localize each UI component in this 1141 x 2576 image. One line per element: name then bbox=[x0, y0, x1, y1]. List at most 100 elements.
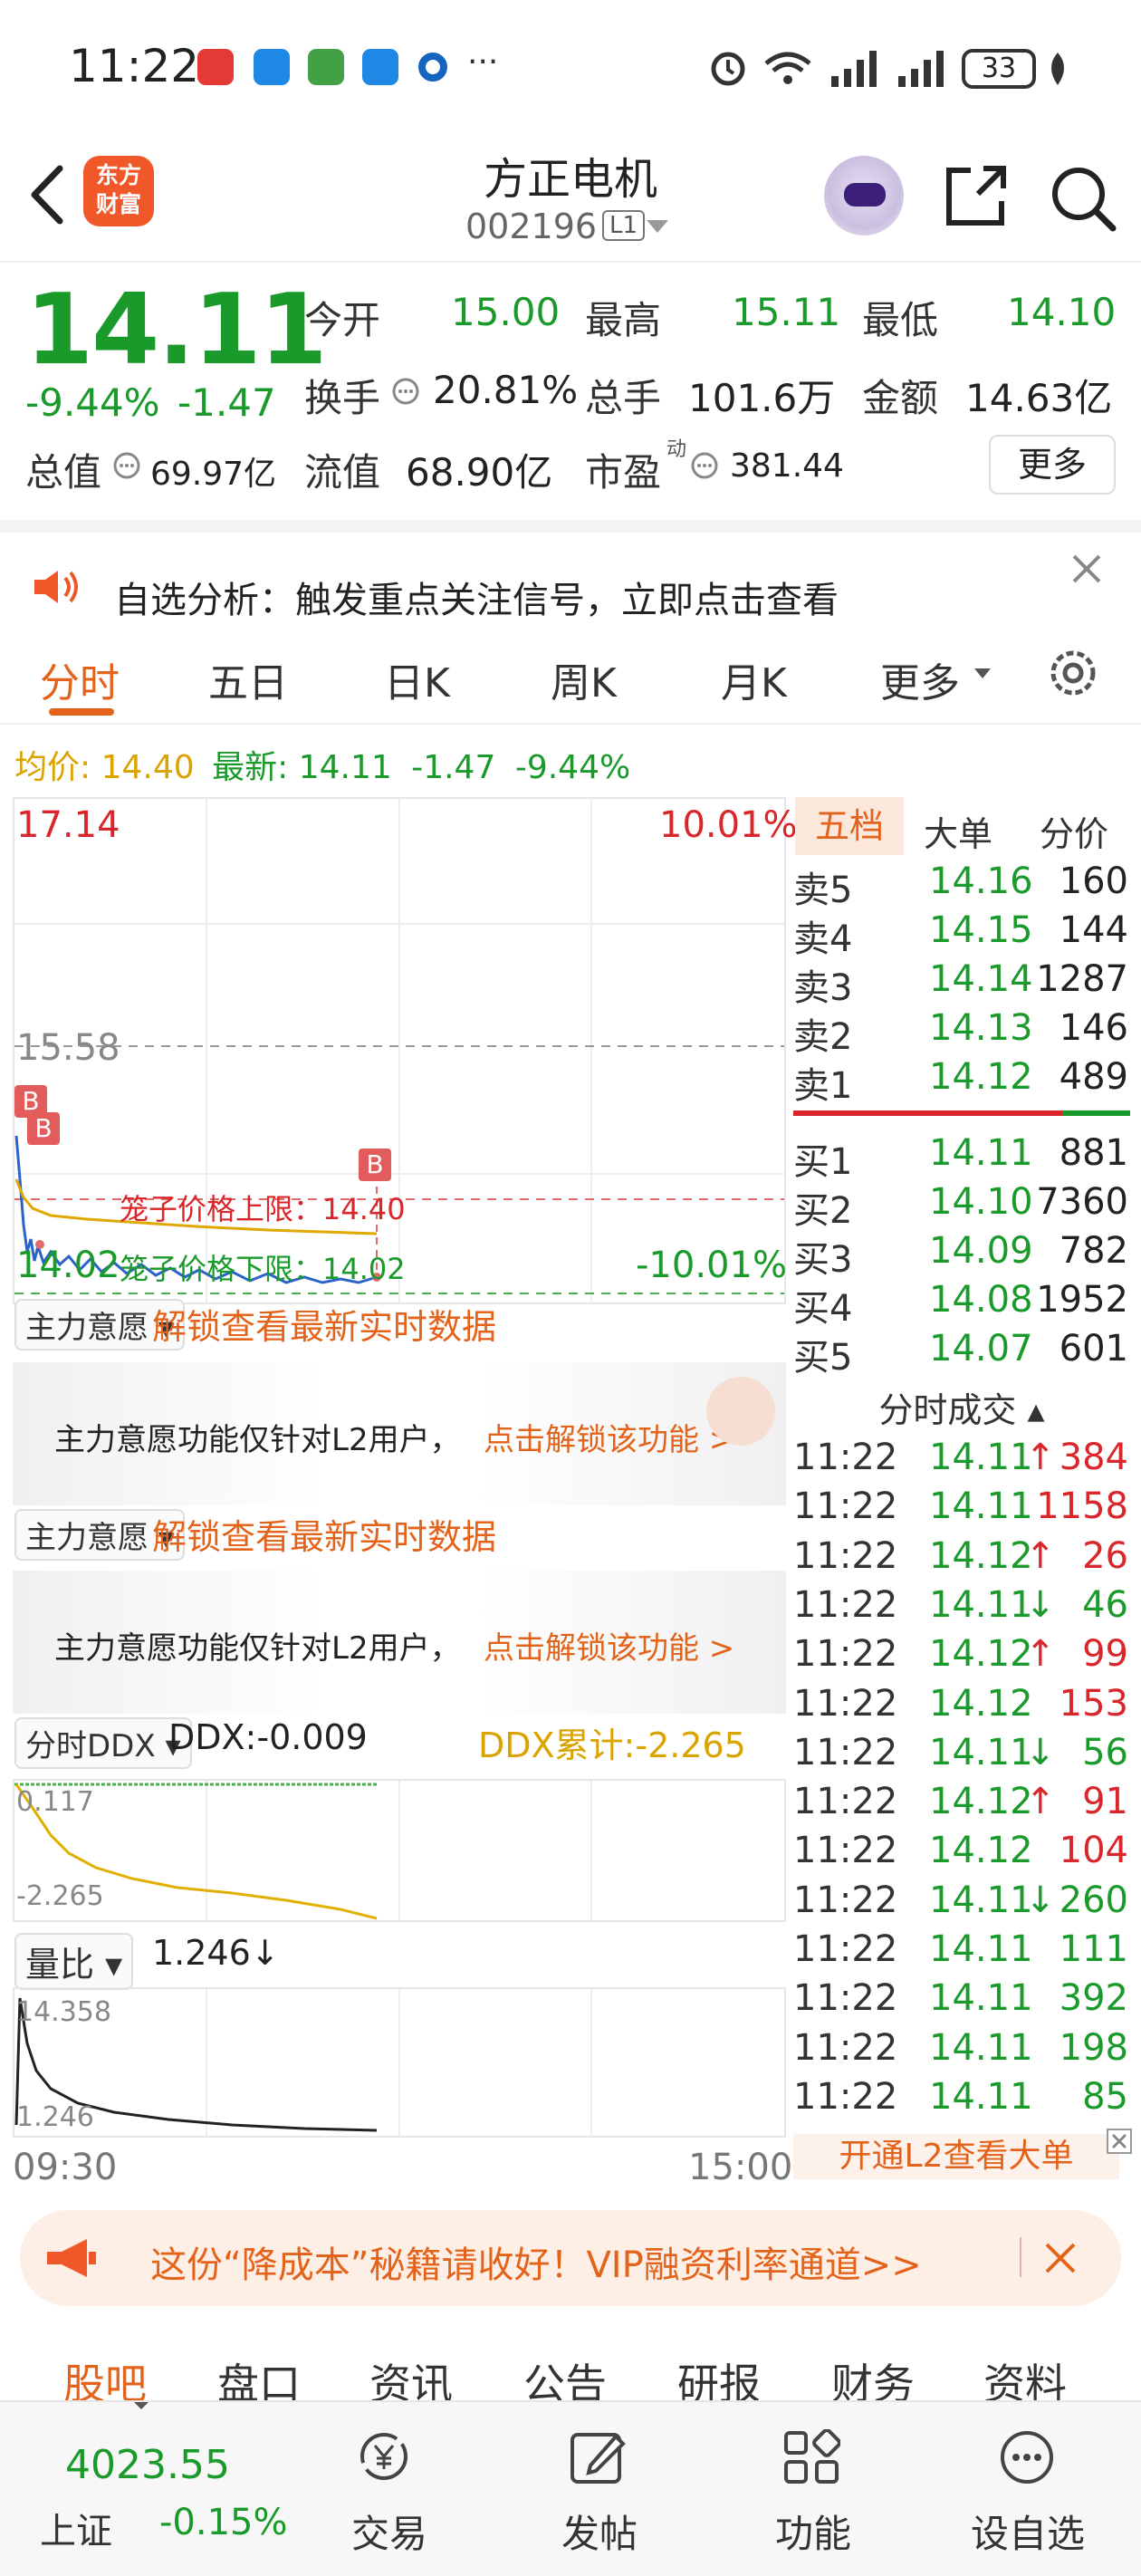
tab-price-dist[interactable]: 分价 bbox=[1040, 806, 1108, 856]
tick-direction-icon: ↑ bbox=[1025, 1633, 1056, 1676]
close-icon[interactable] bbox=[1107, 2129, 1132, 2154]
tick-price: 14.12 bbox=[929, 1781, 1033, 1823]
buy-marker[interactable]: B bbox=[27, 1112, 60, 1145]
promo-banner[interactable]: 这份“降成本”秘籍请收好！VIP融资利率通道>> bbox=[20, 2210, 1121, 2306]
nav-trade[interactable]: 交易 bbox=[351, 2504, 427, 2559]
level-badge[interactable]: L1 bbox=[602, 210, 646, 241]
close-icon[interactable] bbox=[1041, 2239, 1079, 2277]
sell-order-row[interactable]: 卖2 14.13 146 bbox=[793, 1007, 1130, 1058]
tick-direction-icon: ↑ bbox=[1025, 1534, 1056, 1577]
buy-order-row[interactable]: 买5 14.07 601 bbox=[793, 1328, 1130, 1379]
unlock-link-2[interactable]: 解锁查看最新实时数据 bbox=[152, 1509, 496, 1559]
tab-five-level[interactable]: 五档 bbox=[795, 797, 904, 855]
turnover-label: 换手 bbox=[304, 376, 381, 420]
info-icon[interactable] bbox=[112, 451, 141, 480]
tick-price: 14.11 bbox=[929, 2026, 1033, 2069]
unlock-feature-link[interactable]: 点击解锁该功能 > bbox=[484, 1623, 734, 1668]
expand-icon[interactable] bbox=[706, 1377, 775, 1446]
pct-axis-top: 10.01% bbox=[659, 804, 798, 846]
tick-volume: 56 bbox=[1082, 1731, 1128, 1773]
search-icon[interactable] bbox=[1046, 161, 1118, 234]
tick-price: 14.11 bbox=[929, 1583, 1033, 1626]
volume-ratio-select[interactable]: 量比 ▾ bbox=[14, 1933, 134, 1990]
tick-row: 11:22 14.11 ↓ 260 bbox=[793, 1879, 1130, 1928]
share-icon[interactable] bbox=[942, 161, 1011, 230]
turnover-value: 20.81% bbox=[433, 368, 579, 412]
buy-order-row[interactable]: 买3 14.09 782 bbox=[793, 1230, 1130, 1281]
volume-ratio-value: 1.246↓ bbox=[152, 1933, 280, 1973]
settings-gear-icon[interactable] bbox=[1045, 645, 1101, 701]
wifi-icon bbox=[764, 52, 811, 84]
open-l2-link[interactable]: 开通L2查看大单 bbox=[793, 2134, 1119, 2179]
tick-time: 11:22 bbox=[793, 1879, 898, 1921]
index-change[interactable]: -0.15% bbox=[159, 2502, 288, 2543]
notice-bar[interactable]: 自选分析：触发重点关注信号，立即点击查看 bbox=[0, 520, 1141, 621]
order-level-label: 买2 bbox=[793, 1190, 853, 1232]
tab-weekly-k[interactable]: 周K bbox=[551, 650, 617, 708]
tick-price: 14.12 bbox=[929, 1682, 1033, 1725]
unlock-feature-link[interactable]: 点击解锁该功能 > bbox=[484, 1415, 734, 1459]
index-value[interactable]: 4023.55 bbox=[65, 2442, 230, 2488]
tick-volume: 26 bbox=[1082, 1534, 1128, 1577]
lock-text: 主力意愿功能仅针对L2用户， bbox=[54, 1422, 461, 1458]
more-button[interactable]: 更多 bbox=[989, 435, 1116, 495]
nav-functions[interactable]: 功能 bbox=[775, 2504, 851, 2559]
info-icon[interactable] bbox=[690, 451, 719, 480]
tab-intraday[interactable]: 分时 bbox=[40, 650, 120, 708]
change-pct: -9.44% bbox=[25, 380, 160, 425]
float-value: 68.90亿 bbox=[406, 450, 553, 495]
status-time: 11:22 bbox=[69, 40, 200, 92]
order-price: 14.16 bbox=[929, 860, 1033, 902]
nav-add-watchlist[interactable]: 设自选 bbox=[971, 2504, 1085, 2559]
info-icon[interactable] bbox=[391, 377, 420, 406]
ddx-total: DDX累计:-2.265 bbox=[478, 1725, 746, 1765]
buy-marker[interactable]: B bbox=[359, 1149, 391, 1181]
signal-1-icon bbox=[831, 51, 877, 87]
order-level-label: 买1 bbox=[793, 1141, 853, 1183]
stock-code: 002196 bbox=[465, 207, 598, 246]
ddx-select[interactable]: 分时DDX ▾ bbox=[14, 1717, 192, 1769]
buy-order-row[interactable]: 买2 14.10 7360 bbox=[793, 1181, 1130, 1232]
total-value: 69.97亿 bbox=[150, 456, 277, 493]
tab-five-day[interactable]: 五日 bbox=[208, 650, 288, 708]
ticks-title[interactable]: 分时成交 ▴ bbox=[793, 1382, 1130, 1432]
tick-price: 14.11 bbox=[929, 2075, 1033, 2118]
tick-volume: 260 bbox=[1059, 1879, 1128, 1921]
tick-row: 11:22 14.11 392 bbox=[793, 1977, 1130, 2026]
high-label: 最高 bbox=[585, 298, 662, 342]
tab-more[interactable]: 更多 bbox=[880, 650, 960, 708]
tab-monthly-k[interactable]: 月K bbox=[721, 650, 787, 708]
order-price: 14.10 bbox=[929, 1181, 1033, 1223]
sell-order-row[interactable]: 卖3 14.14 1287 bbox=[793, 958, 1130, 1009]
tick-direction-icon: ↓ bbox=[1025, 1731, 1056, 1773]
tick-volume: 46 bbox=[1082, 1583, 1128, 1626]
total-value-label: 总值 bbox=[25, 450, 102, 495]
tab-daily-k[interactable]: 日K bbox=[384, 650, 450, 708]
sell-order-row[interactable]: 卖5 14.16 160 bbox=[793, 860, 1130, 911]
speaker-icon bbox=[34, 571, 78, 603]
tick-row: 11:22 14.12 104 bbox=[793, 1830, 1130, 1879]
order-level-label: 卖2 bbox=[793, 1016, 853, 1058]
intraday-chart[interactable]: 17.14 10.01% 15.58 14.02 -10.01% 笼子价格上限：… bbox=[13, 797, 798, 1304]
buy-order-row[interactable]: 买1 14.11 881 bbox=[793, 1132, 1130, 1183]
megaphone-icon bbox=[47, 2239, 96, 2277]
promo-divider bbox=[1020, 2237, 1021, 2277]
huawei-app-icon bbox=[197, 49, 234, 85]
lock-panel-2[interactable]: 主力意愿功能仅针对L2用户， 点击解锁该功能 > bbox=[13, 1571, 786, 1714]
eastmoney-logo[interactable]: 东方 财富 bbox=[83, 156, 154, 226]
tick-time: 11:22 bbox=[793, 1731, 898, 1773]
sell-order-row[interactable]: 卖1 14.12 489 bbox=[793, 1056, 1130, 1107]
back-arrow-icon[interactable] bbox=[27, 163, 67, 226]
sell-order-row[interactable]: 卖4 14.15 144 bbox=[793, 909, 1130, 960]
unlock-link-1[interactable]: 解锁查看最新实时数据 bbox=[152, 1299, 496, 1349]
buy-order-row[interactable]: 买4 14.08 1952 bbox=[793, 1279, 1130, 1330]
open-value: 15.00 bbox=[451, 290, 561, 334]
nav-post[interactable]: 发帖 bbox=[561, 2504, 638, 2559]
tab-large-order[interactable]: 大单 bbox=[924, 806, 992, 856]
volume-label: 总手 bbox=[585, 376, 662, 420]
close-icon[interactable] bbox=[1069, 551, 1105, 587]
chevron-down-icon[interactable] bbox=[647, 220, 668, 233]
order-volume: 160 bbox=[1059, 860, 1128, 902]
index-name[interactable]: 上证 bbox=[40, 2502, 112, 2554]
lock-panel-1[interactable]: 主力意愿功能仅针对L2用户， 点击解锁该功能 > bbox=[13, 1362, 786, 1505]
